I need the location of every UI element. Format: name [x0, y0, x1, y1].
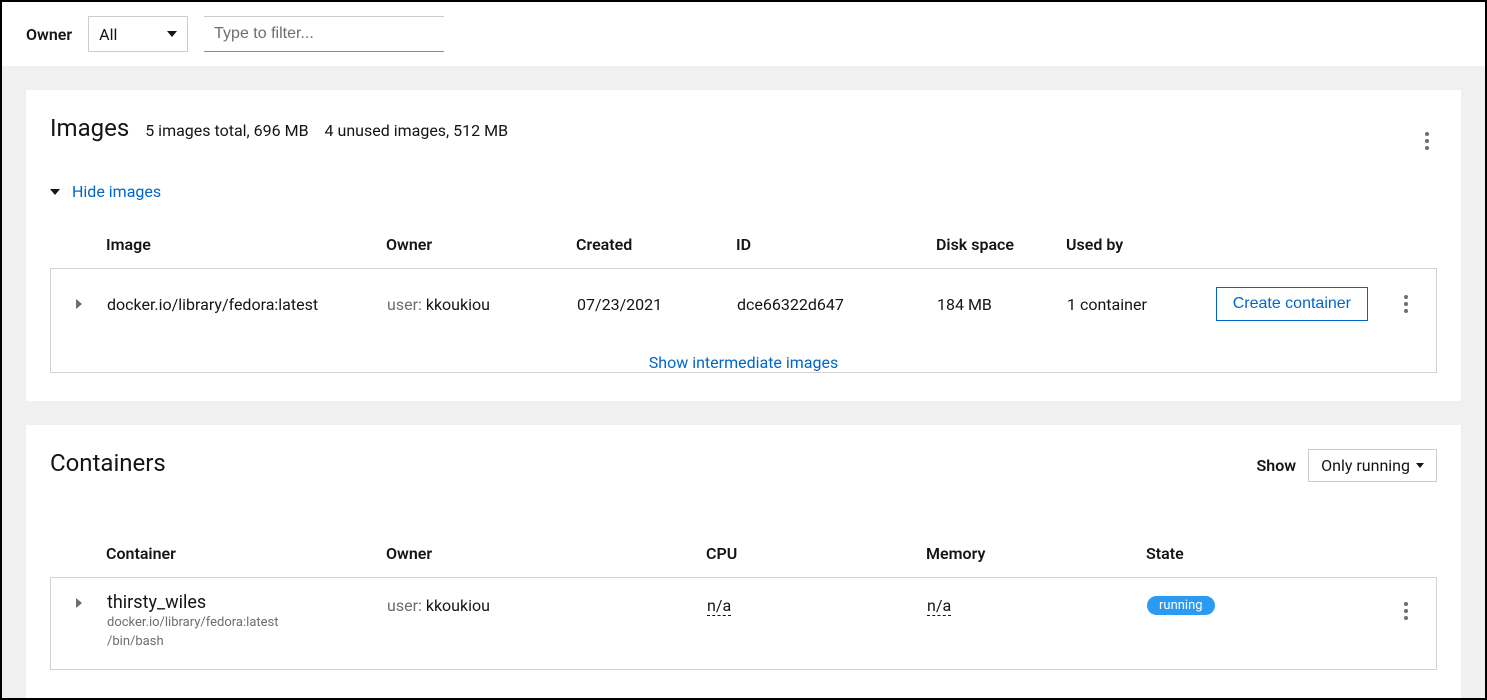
expand-row-icon[interactable]	[76, 598, 82, 608]
containers-header: Containers Show Only running	[50, 449, 1437, 482]
container-memory: n/a	[927, 592, 1147, 615]
col-owner: Owner	[386, 235, 576, 254]
container-cpu: n/a	[707, 592, 927, 615]
state-badge: running	[1147, 596, 1215, 615]
container-owner: user: kkoukiou	[387, 592, 707, 615]
images-title: Images	[50, 114, 129, 142]
filter-input[interactable]	[204, 16, 444, 52]
container-name-cell: thirsty_wiles docker.io/library/fedora:l…	[107, 592, 387, 651]
image-disk: 184 MB	[937, 295, 1067, 314]
images-table: docker.io/library/fedora:latest user: kk…	[50, 268, 1437, 373]
container-row: thirsty_wiles docker.io/library/fedora:l…	[51, 577, 1436, 669]
col-state: State	[1146, 544, 1377, 563]
col-usedby: Used by	[1066, 235, 1177, 254]
image-created: 07/23/2021	[577, 295, 737, 314]
owner-select[interactable]: All	[88, 16, 188, 52]
col-container: Container	[106, 544, 386, 563]
image-row: docker.io/library/fedora:latest user: kk…	[51, 268, 1436, 339]
images-table-header: Image Owner Created ID Disk space Used b…	[50, 221, 1437, 268]
owner-label: Owner	[26, 25, 72, 44]
col-disk: Disk space	[936, 235, 1066, 254]
image-name: docker.io/library/fedora:latest	[107, 295, 387, 314]
images-summary-unused: 4 unused images, 512 MB	[325, 121, 509, 140]
filter-toolbar: Owner All	[2, 2, 1485, 66]
show-filter-value: Only running	[1321, 456, 1410, 475]
container-sub-image: docker.io/library/fedora:latest	[107, 615, 387, 632]
image-row-kebab[interactable]	[1396, 287, 1416, 321]
containers-card: Containers Show Only running Container O…	[26, 425, 1461, 698]
col-created: Created	[576, 235, 736, 254]
chevron-down-icon	[1416, 463, 1424, 468]
container-sub-cmd: /bin/bash	[107, 634, 387, 651]
image-id: dce66322d647	[737, 295, 937, 314]
containers-title: Containers	[50, 449, 166, 477]
hide-images-label: Hide images	[72, 182, 161, 201]
col-image: Image	[106, 235, 386, 254]
owner-select-value: All	[99, 25, 117, 44]
expand-row-icon[interactable]	[76, 299, 82, 309]
show-label: Show	[1257, 456, 1297, 475]
create-container-button[interactable]: Create container	[1216, 287, 1368, 321]
show-intermediate-row: Show intermediate images	[51, 339, 1436, 372]
hide-images-toggle[interactable]: Hide images	[50, 182, 1437, 201]
chevron-down-icon	[167, 31, 177, 37]
containers-table: thirsty_wiles docker.io/library/fedora:l…	[50, 577, 1437, 670]
col-owner: Owner	[386, 544, 706, 563]
image-usedby: 1 container	[1067, 295, 1176, 314]
show-filter-select[interactable]: Only running	[1308, 449, 1437, 482]
image-owner: user: kkoukiou	[387, 295, 577, 314]
images-summary-total: 5 images total, 696 MB	[145, 121, 308, 140]
images-header: Images 5 images total, 696 MB 4 unused i…	[50, 114, 1437, 158]
images-card: Images 5 images total, 696 MB 4 unused i…	[26, 90, 1461, 401]
col-cpu: CPU	[706, 544, 926, 563]
container-name: thirsty_wiles	[107, 592, 387, 613]
show-intermediate-link[interactable]: Show intermediate images	[649, 353, 838, 372]
col-id: ID	[736, 235, 936, 254]
chevron-down-icon	[50, 189, 60, 195]
page-body: Images 5 images total, 696 MB 4 unused i…	[2, 66, 1485, 698]
containers-table-header: Container Owner CPU Memory State	[50, 530, 1437, 577]
container-row-kebab[interactable]	[1396, 594, 1416, 628]
images-kebab-menu[interactable]	[1417, 124, 1437, 158]
col-memory: Memory	[926, 544, 1146, 563]
container-state: running	[1147, 592, 1376, 615]
